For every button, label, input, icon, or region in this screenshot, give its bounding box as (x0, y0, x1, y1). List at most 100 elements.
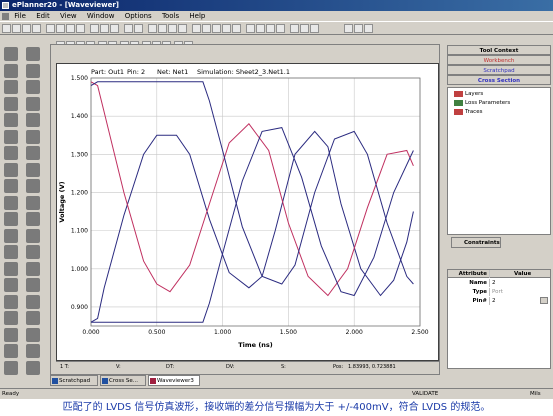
palette-component-11-1[interactable] (26, 228, 40, 243)
toolbar-button-23[interactable] (256, 24, 265, 33)
toolbar-button-2[interactable] (22, 24, 31, 33)
palette-component-8-0[interactable] (4, 179, 18, 193)
palette-component-15-1[interactable] (26, 294, 40, 309)
menu-window[interactable]: Window (87, 12, 115, 20)
palette-component-18-1[interactable] (26, 344, 40, 358)
palette-component-16-0[interactable] (4, 311, 18, 325)
toolbar-button-22[interactable] (246, 24, 255, 33)
menu-tools[interactable]: Tools (162, 12, 179, 20)
toolbar-button-26[interactable] (290, 24, 299, 33)
pos-value: 1.83993, 0.723881 (348, 364, 396, 370)
palette-component-3-1[interactable] (26, 96, 40, 111)
toolbar-button-3[interactable] (32, 24, 41, 33)
palette-component-14-1[interactable] (26, 278, 40, 292)
palette-component-6-1[interactable] (26, 146, 40, 160)
palette-component-5-0[interactable] (4, 129, 18, 144)
toolbar-button-18[interactable] (202, 24, 211, 33)
palette-component-13-1[interactable] (26, 261, 40, 276)
palette-component-7-0[interactable] (4, 162, 18, 177)
tab-waveviewer[interactable]: Waveviewer3 (148, 375, 200, 386)
tree-item-loss-parameters[interactable]: Loss Parameters (454, 99, 510, 107)
palette-component-17-1[interactable] (26, 327, 40, 342)
palette-component-5-1[interactable] (26, 129, 40, 144)
menu-help[interactable]: Help (189, 12, 205, 20)
tree-item-traces[interactable]: Traces (454, 108, 482, 116)
attr-row-type[interactable]: Type Port (448, 288, 550, 296)
palette-component-3-0[interactable] (4, 96, 18, 111)
toolbar-button-21[interactable] (232, 24, 241, 33)
waveform-plot[interactable]: Part: Out1 Pin: 2 Net: Net1 Simulation: She… (56, 63, 439, 361)
palette-component-4-0[interactable] (4, 113, 18, 127)
toolbar-button-12[interactable] (134, 24, 143, 33)
toolbar-button-27[interactable] (300, 24, 309, 33)
palette-component-19-0[interactable] (4, 360, 18, 375)
palette-component-11-0[interactable] (4, 228, 18, 243)
toolbar-button-17[interactable] (192, 24, 201, 33)
plot-header-3: Simulation: Sheet2_3.Net1.1 (197, 68, 290, 76)
tab-cross-section[interactable]: Cross Se... (100, 375, 146, 386)
tab-scratchpad[interactable]: Scratchpad (50, 375, 98, 386)
tree-item-layers[interactable]: Layers (454, 90, 483, 98)
palette-component-4-1[interactable] (26, 113, 40, 127)
toolbar-button-25[interactable] (276, 24, 285, 33)
toolbar-button-29[interactable] (344, 24, 353, 33)
toolbar-button-0[interactable] (2, 24, 11, 33)
palette-component-12-1[interactable] (26, 245, 40, 259)
constraints-button[interactable]: Constraints (451, 237, 501, 248)
palette-component-9-1[interactable] (26, 195, 40, 210)
attr-row-name[interactable]: Name 2 (448, 279, 550, 287)
menu-edit[interactable]: Edit (36, 12, 50, 20)
palette-component-19-1[interactable] (26, 360, 40, 375)
toolbar-button-20[interactable] (222, 24, 231, 33)
palette-component-8-1[interactable] (26, 179, 40, 193)
y-tick-label: 1.400 (71, 113, 88, 120)
toolbar-button-10[interactable] (110, 24, 119, 33)
toolbar-button-14[interactable] (158, 24, 167, 33)
toolbar-button-31[interactable] (364, 24, 373, 33)
palette-component-2-0[interactable] (4, 80, 18, 94)
palette-component-0-1[interactable] (26, 47, 40, 61)
palette-component-18-0[interactable] (4, 344, 18, 358)
menu-view[interactable]: View (60, 12, 77, 20)
attr-row-pin[interactable]: Pin# 2 (448, 297, 550, 305)
toolbar-button-13[interactable] (148, 24, 157, 33)
palette-component-7-1[interactable] (26, 162, 40, 177)
palette-component-16-1[interactable] (26, 311, 40, 325)
toolbar-button-11[interactable] (124, 24, 133, 33)
toolbar-button-1[interactable] (12, 24, 21, 33)
toolbar-button-4[interactable] (46, 24, 55, 33)
toolbar-button-6[interactable] (66, 24, 75, 33)
window-title: ePlanner20 - [Waveviewer] (12, 1, 119, 9)
workbench-button[interactable]: Workbench (447, 55, 551, 65)
toolbar-button-7[interactable] (76, 24, 85, 33)
attr-value: 2 (492, 280, 496, 286)
palette-component-17-0[interactable] (4, 327, 18, 342)
palette-component-13-0[interactable] (4, 261, 18, 276)
toolbar-button-24[interactable] (266, 24, 275, 33)
palette-component-1-0[interactable] (4, 63, 18, 78)
toolbar-button-15[interactable] (168, 24, 177, 33)
toolbar-button-19[interactable] (212, 24, 221, 33)
palette-component-15-0[interactable] (4, 294, 18, 309)
toolbar-button-16[interactable] (178, 24, 187, 33)
ellipsis-button[interactable] (540, 297, 548, 304)
palette-component-1-1[interactable] (26, 63, 40, 78)
scratchpad-button[interactable]: Scratchpad (447, 65, 551, 75)
palette-component-9-0[interactable] (4, 195, 18, 210)
toolbar-button-8[interactable] (90, 24, 99, 33)
palette-component-0-0[interactable] (4, 47, 18, 61)
menu-bar: File Edit View Window Options Tools Help (0, 11, 553, 21)
palette-component-10-1[interactable] (26, 212, 40, 226)
palette-component-12-0[interactable] (4, 245, 18, 259)
palette-component-14-0[interactable] (4, 278, 18, 292)
palette-component-10-0[interactable] (4, 212, 18, 226)
palette-component-2-1[interactable] (26, 80, 40, 94)
cross-section-button[interactable]: Cross Section (447, 75, 551, 85)
toolbar-button-30[interactable] (354, 24, 363, 33)
toolbar-button-28[interactable] (310, 24, 319, 33)
menu-options[interactable]: Options (125, 12, 152, 20)
menu-file[interactable]: File (14, 12, 26, 20)
palette-component-6-0[interactable] (4, 146, 18, 160)
toolbar-button-9[interactable] (100, 24, 109, 33)
toolbar-button-5[interactable] (56, 24, 65, 33)
